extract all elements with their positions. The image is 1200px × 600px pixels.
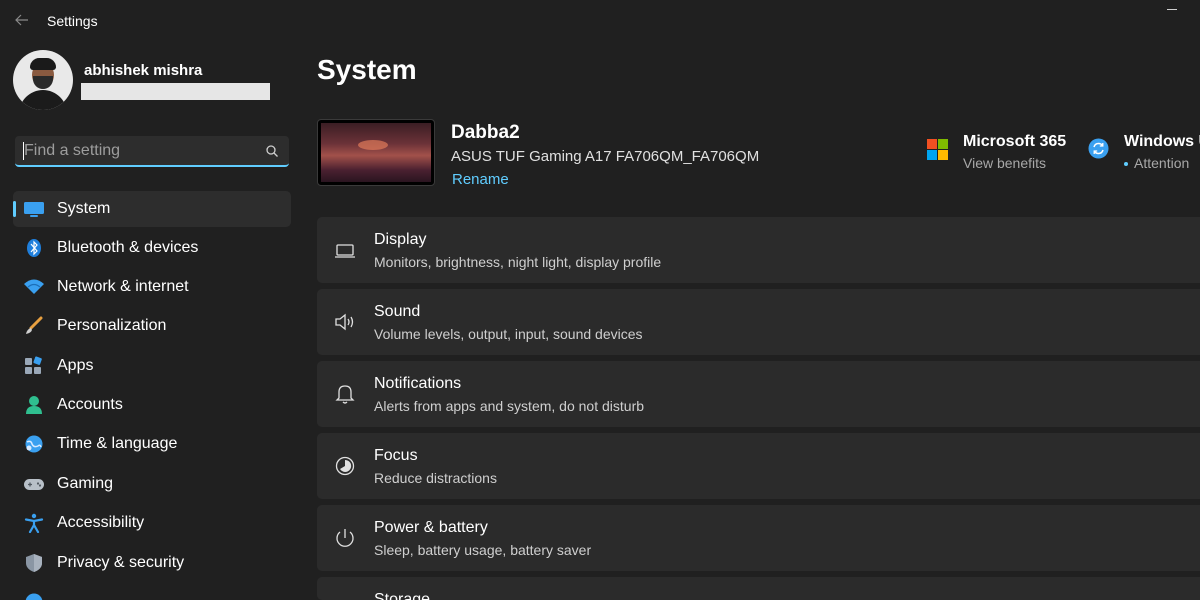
- promo-subtitle-text: Attention: [1134, 155, 1190, 171]
- card-description: Alerts from apps and system, do not dist…: [374, 398, 645, 414]
- promo-title-windows-update[interactable]: Windows U: [1124, 133, 1200, 151]
- sidebar-item-label: Network & internet: [57, 278, 189, 295]
- card-title: Power & battery: [374, 519, 488, 536]
- title-bar: Settings: [0, 0, 1200, 42]
- apps-icon: [25, 356, 42, 374]
- accessibility-icon: [24, 513, 44, 533]
- promo-subtitle-attention[interactable]: Attention: [1124, 155, 1189, 171]
- brush-icon: [26, 316, 43, 334]
- sidebar-item-personalization[interactable]: Personalization: [13, 308, 291, 344]
- sidebar-item-apps[interactable]: Apps: [13, 348, 291, 384]
- microsoft-logo-icon: [927, 139, 948, 160]
- card-title: Storage: [374, 591, 431, 600]
- back-arrow-icon: [15, 14, 28, 26]
- sidebar-item-accounts[interactable]: Accounts: [13, 387, 291, 423]
- avatar[interactable]: [13, 50, 73, 110]
- card-description: Monitors, brightness, night light, displ…: [374, 254, 662, 270]
- app-title: Settings: [47, 13, 98, 29]
- sidebar-item-time-language[interactable]: Time & language: [13, 426, 291, 462]
- page-title: System: [317, 54, 417, 85]
- power-icon: [336, 529, 354, 547]
- sidebar-item-label: Personalization: [57, 317, 167, 334]
- focus-icon: [335, 456, 355, 476]
- sync-icon: [1088, 138, 1109, 159]
- sidebar-item-network[interactable]: Network & internet: [13, 269, 291, 305]
- user-email-redacted: [81, 83, 270, 100]
- back-button[interactable]: [10, 8, 34, 32]
- minimize-button[interactable]: [1164, 0, 1180, 20]
- card-sound[interactable]: Sound Volume levels, output, input, soun…: [317, 289, 1200, 355]
- search-box[interactable]: [15, 136, 289, 167]
- device-model: ASUS TUF Gaming A17 FA706QM_FA706QM: [451, 148, 760, 165]
- search-icon[interactable]: [265, 144, 279, 158]
- card-title: Notifications: [374, 375, 462, 392]
- sidebar-item-bluetooth[interactable]: Bluetooth & devices: [13, 230, 291, 266]
- card-title: Display: [374, 231, 427, 248]
- active-indicator: [13, 201, 16, 217]
- status-dot: [1124, 162, 1128, 167]
- sidebar-item-gaming[interactable]: Gaming: [13, 466, 291, 502]
- card-description: Volume levels, output, input, sound devi…: [374, 326, 643, 342]
- sidebar-item-label: Gaming: [57, 475, 114, 492]
- card-display[interactable]: Display Monitors, brightness, night ligh…: [317, 217, 1200, 283]
- sidebar-item-partial[interactable]: [13, 584, 291, 600]
- globe-icon: [25, 435, 43, 453]
- promo-title-microsoft365[interactable]: Microsoft 365: [963, 133, 1066, 151]
- sidebar-item-label: System: [57, 200, 111, 217]
- sidebar-item-accessibility[interactable]: Accessibility: [13, 505, 291, 541]
- card-notifications[interactable]: Notifications Alerts from apps and syste…: [317, 361, 1200, 427]
- sidebar-item-label: Apps: [57, 357, 94, 374]
- network-icon: [24, 279, 44, 294]
- sidebar-item-privacy-security[interactable]: Privacy & security: [13, 545, 291, 581]
- text-caret: [23, 142, 24, 160]
- sidebar-item-label: Bluetooth & devices: [57, 239, 199, 256]
- card-power-battery[interactable]: Power & battery Sleep, battery usage, ba…: [317, 505, 1200, 571]
- card-title: Sound: [374, 303, 421, 320]
- device-name: Dabba2: [451, 122, 520, 143]
- sidebar-item-label: Accounts: [57, 396, 123, 413]
- display-icon: [335, 244, 355, 258]
- sidebar-item-label: Privacy & security: [57, 554, 185, 571]
- speaker-icon: [335, 313, 354, 331]
- bell-icon: [335, 385, 355, 404]
- system-icon: [24, 202, 44, 217]
- shield-icon: [26, 554, 42, 572]
- card-focus[interactable]: Focus Reduce distractions: [317, 433, 1200, 499]
- rename-link[interactable]: Rename: [452, 171, 509, 188]
- accounts-icon: [26, 396, 42, 414]
- card-description: Sleep, battery usage, battery saver: [374, 542, 592, 558]
- promo-subtitle-view-benefits[interactable]: View benefits: [963, 155, 1046, 171]
- windows-update-icon: [25, 593, 43, 600]
- sidebar-item-system[interactable]: System: [13, 191, 291, 227]
- user-name: abhishek mishra: [84, 62, 203, 79]
- bluetooth-icon: [27, 239, 41, 257]
- gamepad-icon: [24, 479, 44, 490]
- sidebar-item-label: Time & language: [57, 435, 178, 452]
- card-storage[interactable]: Storage: [317, 577, 1200, 600]
- card-description: Reduce distractions: [374, 470, 497, 486]
- card-title: Focus: [374, 447, 418, 464]
- device-wallpaper-thumbnail: [317, 119, 435, 186]
- search-input[interactable]: [24, 141, 254, 161]
- sidebar-item-label: Accessibility: [57, 514, 145, 531]
